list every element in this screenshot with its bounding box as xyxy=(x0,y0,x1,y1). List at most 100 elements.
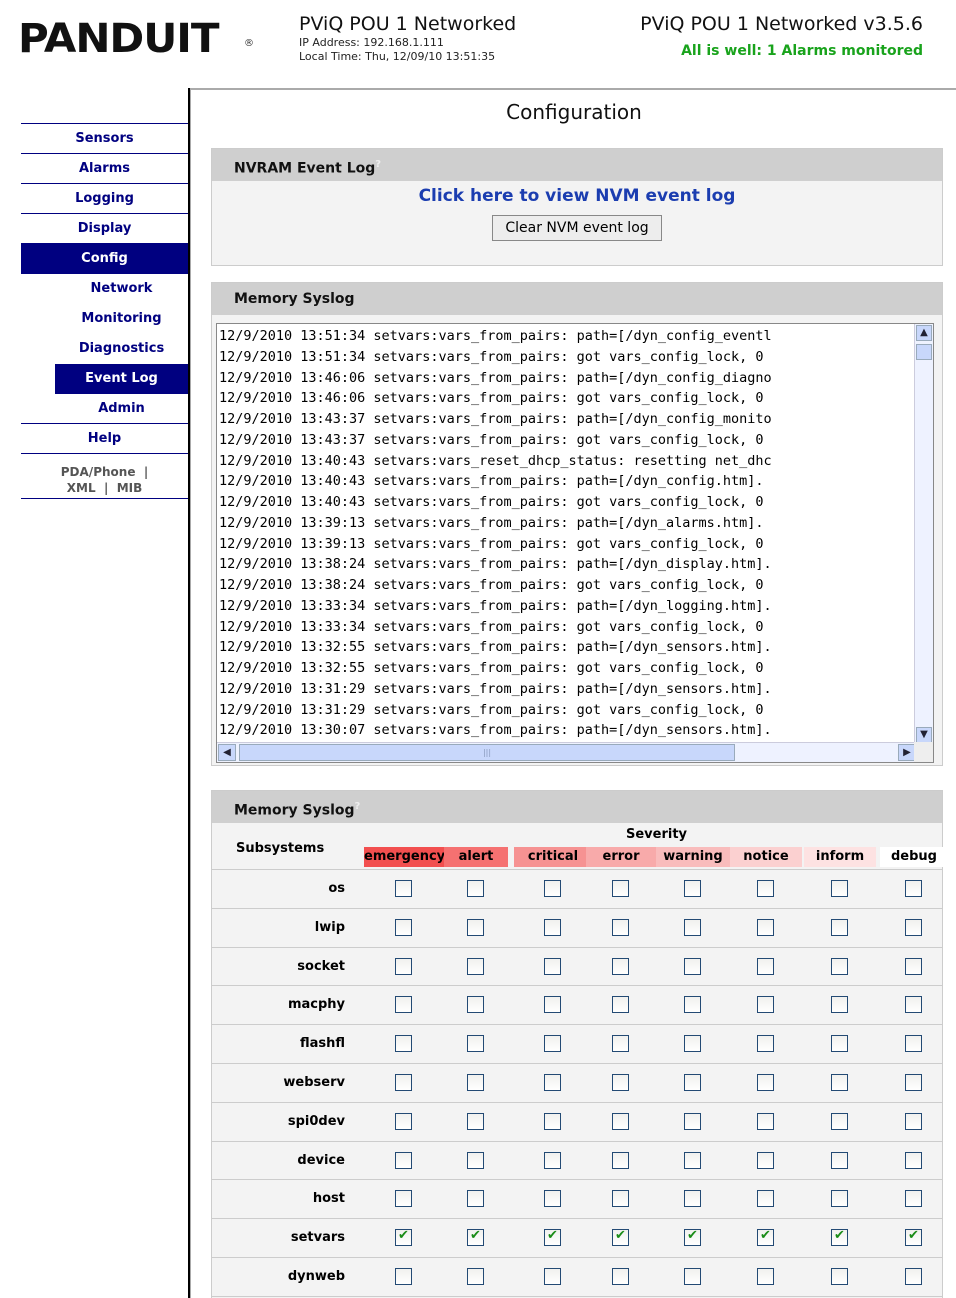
sidebar-item-alarms[interactable]: Alarms xyxy=(21,153,188,184)
checkbox-socket-debug[interactable] xyxy=(905,957,922,975)
checkbox-webserv-notice[interactable] xyxy=(757,1073,774,1091)
checkbox-socket-critical[interactable] xyxy=(544,957,561,975)
checkbox-dynweb-inform[interactable] xyxy=(831,1267,848,1285)
checkbox-os-notice[interactable] xyxy=(757,880,774,897)
checkbox-dynweb-alert[interactable] xyxy=(467,1267,484,1285)
checkbox-os-emergency[interactable] xyxy=(395,880,412,897)
checkbox-lwip-alert[interactable] xyxy=(467,918,484,936)
horizontal-scroll-thumb[interactable]: ||| xyxy=(239,744,735,761)
checkbox-os-warning[interactable] xyxy=(684,880,701,897)
checkbox-setvars-notice[interactable] xyxy=(757,1228,774,1247)
sidebar-subitem-admin[interactable]: Admin xyxy=(55,394,188,424)
checkbox-device-warning[interactable] xyxy=(684,1151,701,1169)
sidebar-item-sensors[interactable]: Sensors xyxy=(21,123,188,154)
checkbox-os-alert[interactable] xyxy=(467,880,484,897)
sidebar-item-config[interactable]: Config xyxy=(21,243,188,274)
checkbox-macphy-notice[interactable] xyxy=(757,996,774,1014)
checkbox-setvars-emergency[interactable] xyxy=(395,1228,412,1247)
checkbox-os-critical[interactable] xyxy=(544,880,561,897)
sidebar-subitem-diagnostics[interactable]: Diagnostics xyxy=(55,334,188,364)
scroll-up-arrow-icon[interactable]: ▲ xyxy=(916,325,932,341)
checkbox-host-emergency[interactable] xyxy=(395,1190,412,1208)
checkbox-setvars-warning[interactable] xyxy=(684,1228,701,1247)
checkbox-socket-emergency[interactable] xyxy=(395,957,412,975)
checkbox-host-inform[interactable] xyxy=(831,1190,848,1208)
scroll-down-arrow-icon[interactable]: ▼ xyxy=(916,727,932,743)
sidebar-item-display[interactable]: Display xyxy=(21,213,188,244)
checkbox-macphy-error[interactable] xyxy=(612,996,629,1014)
checkbox-dynweb-error[interactable] xyxy=(612,1267,629,1285)
checkbox-flashfl-inform[interactable] xyxy=(831,1035,848,1053)
checkbox-webserv-inform[interactable] xyxy=(831,1073,848,1091)
checkbox-flashfl-warning[interactable] xyxy=(684,1035,701,1053)
checkbox-setvars-alert[interactable] xyxy=(467,1228,484,1247)
checkbox-host-critical[interactable] xyxy=(544,1190,561,1208)
checkbox-macphy-warning[interactable] xyxy=(684,996,701,1014)
checkbox-dynweb-emergency[interactable] xyxy=(395,1267,412,1285)
checkbox-device-notice[interactable] xyxy=(757,1151,774,1169)
checkbox-host-warning[interactable] xyxy=(684,1190,701,1208)
checkbox-lwip-critical[interactable] xyxy=(544,918,561,936)
checkbox-device-emergency[interactable] xyxy=(395,1151,412,1169)
checkbox-webserv-emergency[interactable] xyxy=(395,1073,412,1091)
checkbox-lwip-inform[interactable] xyxy=(831,918,848,936)
pda-phone-link[interactable]: PDA/Phone xyxy=(61,465,136,479)
checkbox-macphy-inform[interactable] xyxy=(831,996,848,1014)
checkbox-setvars-debug[interactable] xyxy=(905,1228,922,1247)
checkbox-lwip-warning[interactable] xyxy=(684,918,701,936)
checkbox-flashfl-error[interactable] xyxy=(612,1035,629,1053)
checkbox-spi0dev-debug[interactable] xyxy=(905,1112,922,1130)
sidebar-subitem-network[interactable]: Network xyxy=(55,274,188,304)
sidebar-subitem-monitoring[interactable]: Monitoring xyxy=(55,304,188,334)
checkbox-lwip-debug[interactable] xyxy=(905,918,922,936)
checkbox-macphy-debug[interactable] xyxy=(905,996,922,1014)
checkbox-os-debug[interactable] xyxy=(905,880,922,897)
checkbox-socket-inform[interactable] xyxy=(831,957,848,975)
checkbox-spi0dev-notice[interactable] xyxy=(757,1112,774,1130)
checkbox-webserv-critical[interactable] xyxy=(544,1073,561,1091)
checkbox-lwip-error[interactable] xyxy=(612,918,629,936)
checkbox-spi0dev-emergency[interactable] xyxy=(395,1112,412,1130)
checkbox-flashfl-alert[interactable] xyxy=(467,1035,484,1053)
checkbox-macphy-critical[interactable] xyxy=(544,996,561,1014)
checkbox-dynweb-warning[interactable] xyxy=(684,1267,701,1285)
checkbox-spi0dev-error[interactable] xyxy=(612,1112,629,1130)
syslog-textarea[interactable]: 12/9/2010 13:51:34 setvars:vars_from_pai… xyxy=(216,323,934,763)
checkbox-dynweb-notice[interactable] xyxy=(757,1267,774,1285)
checkbox-webserv-alert[interactable] xyxy=(467,1073,484,1091)
checkbox-webserv-debug[interactable] xyxy=(905,1073,922,1091)
scroll-left-arrow-icon[interactable]: ◀ xyxy=(218,744,236,761)
checkbox-webserv-warning[interactable] xyxy=(684,1073,701,1091)
checkbox-spi0dev-inform[interactable] xyxy=(831,1112,848,1130)
view-nvm-event-log-link[interactable]: Click here to view NVM event log xyxy=(212,183,942,209)
checkbox-device-alert[interactable] xyxy=(467,1151,484,1169)
checkbox-spi0dev-critical[interactable] xyxy=(544,1112,561,1130)
checkbox-device-debug[interactable] xyxy=(905,1151,922,1169)
checkbox-device-error[interactable] xyxy=(612,1151,629,1169)
checkbox-dynweb-debug[interactable] xyxy=(905,1267,922,1285)
checkbox-socket-notice[interactable] xyxy=(757,957,774,975)
checkbox-host-alert[interactable] xyxy=(467,1190,484,1208)
checkbox-flashfl-debug[interactable] xyxy=(905,1035,922,1053)
horizontal-scrollbar[interactable]: ◀ ||| ▶ xyxy=(217,742,917,762)
sidebar-subitem-event-log[interactable]: Event Log xyxy=(55,364,188,394)
checkbox-webserv-error[interactable] xyxy=(612,1073,629,1091)
checkbox-flashfl-critical[interactable] xyxy=(544,1035,561,1053)
help-icon[interactable]: ? xyxy=(375,159,381,170)
checkbox-flashfl-notice[interactable] xyxy=(757,1035,774,1053)
checkbox-setvars-critical[interactable] xyxy=(544,1228,561,1247)
checkbox-socket-warning[interactable] xyxy=(684,957,701,975)
help-icon[interactable]: ? xyxy=(355,801,361,812)
checkbox-device-inform[interactable] xyxy=(831,1151,848,1169)
checkbox-lwip-emergency[interactable] xyxy=(395,918,412,936)
checkbox-host-debug[interactable] xyxy=(905,1190,922,1208)
xml-link[interactable]: XML xyxy=(67,481,96,495)
clear-nvm-event-log-button[interactable]: Clear NVM event log xyxy=(492,215,662,241)
checkbox-flashfl-emergency[interactable] xyxy=(395,1035,412,1053)
checkbox-spi0dev-alert[interactable] xyxy=(467,1112,484,1130)
checkbox-spi0dev-warning[interactable] xyxy=(684,1112,701,1130)
checkbox-socket-error[interactable] xyxy=(612,957,629,975)
checkbox-setvars-error[interactable] xyxy=(612,1228,629,1247)
checkbox-host-error[interactable] xyxy=(612,1190,629,1208)
mib-link[interactable]: MIB xyxy=(117,481,143,495)
